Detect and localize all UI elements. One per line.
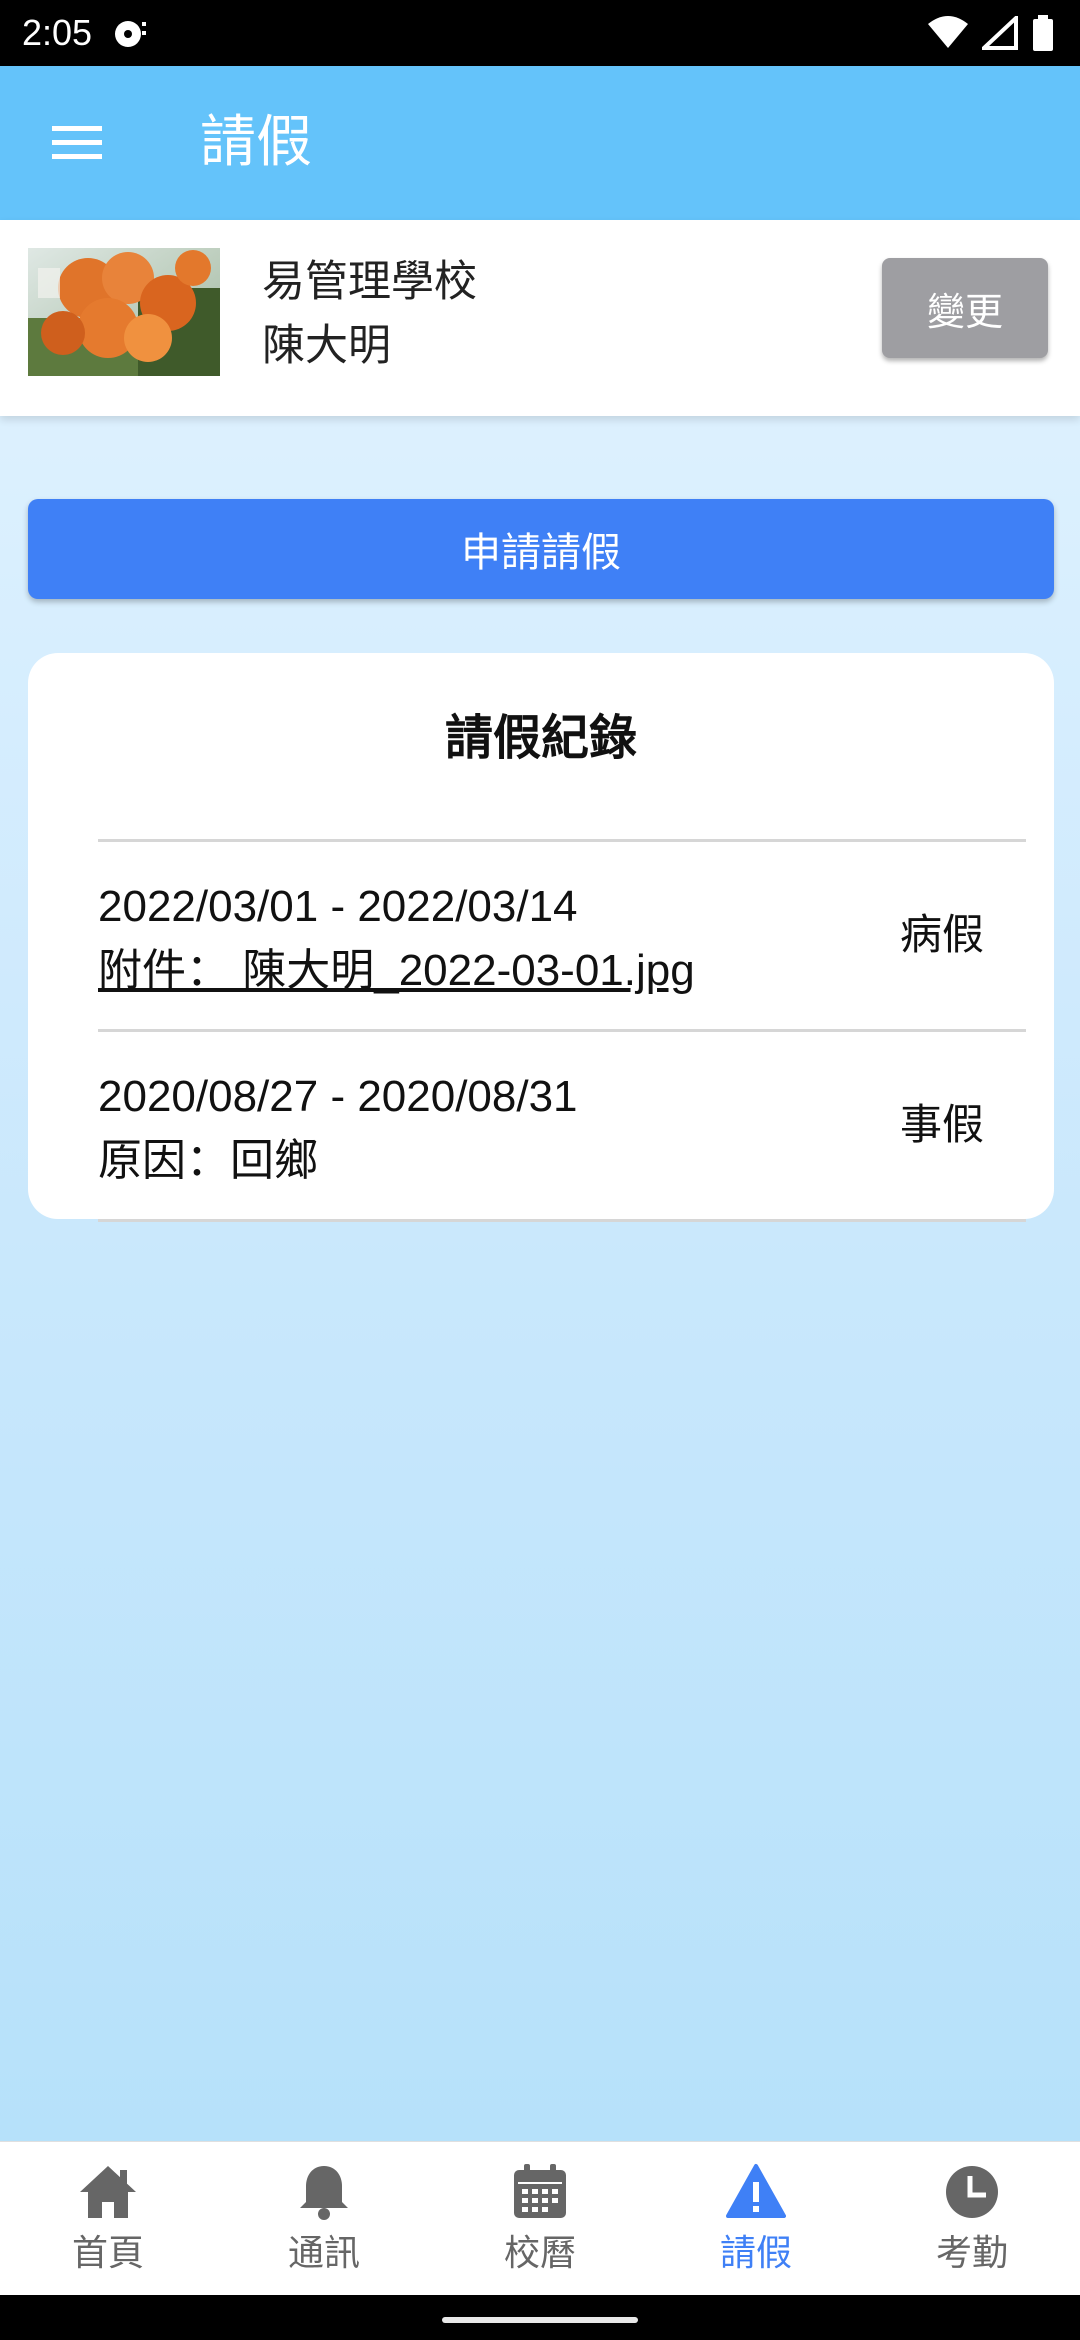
nav-item-calendar[interactable]: 校曆 xyxy=(432,2142,648,2296)
home-gesture-handle[interactable] xyxy=(442,2317,638,2323)
cell-signal-icon xyxy=(982,16,1018,50)
main-content: 易管理學校 陳大明 變更 申請請假 請假紀錄 2022/03/01 - 2022… xyxy=(0,220,1080,2141)
record-dates: 2022/03/01 - 2022/03/14 xyxy=(98,882,578,931)
record-reason: 原因：回鄉 xyxy=(98,1136,318,1185)
home-icon xyxy=(80,2166,136,2218)
clock-icon xyxy=(946,2166,998,2218)
records-title: 請假紀錄 xyxy=(444,710,637,766)
nav-item-leave[interactable]: 請假 xyxy=(648,2142,864,2296)
change-button[interactable]: 變更 xyxy=(882,258,1048,358)
app-bar: 請假 xyxy=(0,66,1080,220)
nav-label: 首頁 xyxy=(71,2233,144,2274)
calendar-icon xyxy=(514,2164,566,2218)
student-photo xyxy=(28,248,220,376)
divider xyxy=(98,1219,1026,1222)
leave-record-row[interactable]: 2022/03/01 - 2022/03/14 附件： 陳大明_2022-03-… xyxy=(98,843,1026,1031)
status-bar: 2:05 xyxy=(0,0,1080,66)
leave-type: 病假 xyxy=(899,910,984,959)
battery-icon xyxy=(1033,15,1053,51)
wifi-icon xyxy=(928,16,968,48)
bottom-navigation: 首頁 通訊 校曆 請假 考勤 xyxy=(0,2141,1080,2295)
media-notification-icon xyxy=(115,21,146,47)
nav-label: 考勤 xyxy=(935,2233,1008,2274)
record-dates: 2020/08/27 - 2020/08/31 xyxy=(98,1072,578,1121)
leave-type: 事假 xyxy=(899,1100,984,1149)
school-name: 易管理學校 xyxy=(262,257,477,307)
nav-item-attendance[interactable]: 考勤 xyxy=(864,2142,1080,2296)
apply-leave-button[interactable]: 申請請假 xyxy=(28,499,1054,599)
bell-icon xyxy=(300,2166,348,2220)
alert-icon xyxy=(726,2164,786,2218)
menu-icon[interactable] xyxy=(46,114,108,172)
status-time: 2:05 xyxy=(22,12,93,53)
attachment-link[interactable]: 附件： 陳大明_2022-03-01.jpg xyxy=(98,943,695,999)
nav-label: 請假 xyxy=(719,2233,792,2274)
page-title: 請假 xyxy=(200,110,312,175)
nav-label: 校曆 xyxy=(503,2233,576,2274)
system-gesture-bar xyxy=(0,2295,1080,2340)
divider xyxy=(98,839,1026,842)
nav-item-home[interactable]: 首頁 xyxy=(0,2142,216,2296)
student-name: 陳大明 xyxy=(262,321,391,371)
nav-item-messages[interactable]: 通訊 xyxy=(216,2142,432,2296)
leave-record-row[interactable]: 2020/08/27 - 2020/08/31 原因：回鄉 事假 xyxy=(98,1033,1026,1221)
nav-label: 通訊 xyxy=(287,2233,360,2274)
leave-records-card: 請假紀錄 2022/03/01 - 2022/03/14 附件： 陳大明_202… xyxy=(28,653,1054,1222)
profile-card: 易管理學校 陳大明 變更 xyxy=(0,220,1080,416)
